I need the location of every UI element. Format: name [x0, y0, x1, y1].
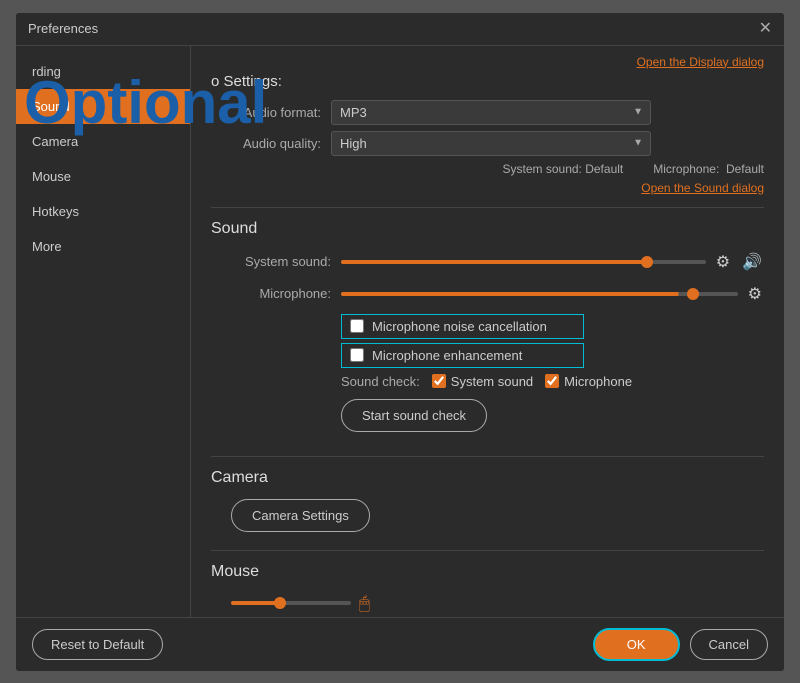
system-sound-check-label[interactable]: System sound — [451, 374, 533, 389]
system-sound-slider-container: ⚙ 🔊 — [341, 250, 764, 274]
camera-section: Camera Camera Settings — [211, 469, 764, 542]
microphone-check-checkbox[interactable] — [545, 374, 559, 388]
open-sound-dialog-link[interactable]: Open the Sound dialog — [641, 181, 764, 195]
sidebar-item-sound[interactable]: Sound — [16, 89, 190, 124]
audio-quality-label: Audio quality: — [211, 136, 321, 151]
mouse-section-title: Mouse — [211, 563, 764, 581]
sound-section: Sound System sound: ⚙ 🔊 Microphone: ⚙ — [211, 220, 764, 448]
sidebar-item-mouse[interactable]: Mouse — [16, 159, 190, 194]
audio-settings: o Settings: Audio format: MP3 Audio qual… — [211, 73, 764, 195]
audio-format-select[interactable]: MP3 — [331, 100, 651, 125]
mic-enhancement-row: Microphone enhancement — [341, 343, 584, 368]
microphone-checkbox-group: Microphone noise cancellation Microphone… — [341, 314, 764, 368]
microphone-slider-container: ⚙ — [341, 282, 764, 306]
system-sound-label: System sound: — [211, 254, 331, 269]
microphone-check-label[interactable]: Microphone — [564, 374, 632, 389]
system-sound-slider[interactable] — [341, 260, 706, 264]
ok-button[interactable]: OK — [593, 628, 680, 661]
title-bar: Preferences ✕ — [16, 13, 784, 46]
camera-section-title: Camera — [211, 469, 764, 487]
microphone-check-item: Microphone — [545, 374, 632, 389]
system-sound-volume-icon[interactable]: 🔊 — [740, 250, 764, 274]
system-sound-slider-row: System sound: ⚙ 🔊 — [211, 250, 764, 274]
top-link-area: Open the Display dialog — [211, 46, 764, 73]
preferences-dialog: Preferences ✕ Optional rding Sound Camer… — [15, 12, 785, 672]
mouse-icon: 🖱 — [359, 593, 370, 614]
sound-check-label: Sound check: — [341, 374, 420, 389]
audio-format-row: Audio format: MP3 — [211, 100, 764, 125]
audio-settings-title: o Settings: — [211, 73, 282, 90]
dialog-body: Optional rding Sound Camera Mouse Hotkey… — [16, 46, 784, 617]
microphone-slider-label: Microphone: — [211, 286, 331, 301]
system-sound-check-item: System sound — [432, 374, 533, 389]
noise-cancellation-checkbox[interactable] — [350, 319, 364, 333]
title-bar-left: Preferences — [28, 21, 98, 36]
reset-to-default-button[interactable]: Reset to Default — [32, 629, 163, 660]
sound-check-row: Sound check: System sound Microphone — [211, 374, 764, 389]
sidebar-item-camera[interactable]: Camera — [16, 124, 190, 159]
cancel-button[interactable]: Cancel — [690, 629, 768, 660]
dialog-title: Preferences — [28, 21, 98, 36]
footer: Reset to Default OK Cancel — [16, 617, 784, 671]
open-sound-link-area: Open the Sound dialog — [211, 180, 764, 195]
main-content: Open the Display dialog o Settings: Audi… — [191, 46, 784, 617]
mouse-section: Mouse 🖱 — [211, 563, 764, 614]
mouse-slider-row: 🖱 — [231, 593, 764, 614]
microphone-status: Microphone: Default — [653, 162, 764, 176]
sidebar-item-hotkeys[interactable]: Hotkeys — [16, 194, 190, 229]
audio-format-label: Audio format: — [211, 105, 321, 120]
sidebar-item-recording[interactable]: rding — [16, 54, 190, 89]
audio-quality-select-wrapper: High — [331, 131, 651, 156]
status-row: System sound: Default Microphone: Defaul… — [211, 162, 764, 176]
sound-section-title: Sound — [211, 220, 764, 238]
microphone-slider-row: Microphone: ⚙ — [211, 282, 764, 306]
sidebar: Optional rding Sound Camera Mouse Hotkey… — [16, 46, 191, 617]
sidebar-item-more[interactable]: More — [16, 229, 190, 264]
footer-right: OK Cancel — [593, 628, 768, 661]
start-sound-check-button[interactable]: Start sound check — [341, 399, 487, 432]
noise-cancellation-row: Microphone noise cancellation — [341, 314, 584, 339]
microphone-slider[interactable] — [341, 292, 738, 296]
system-sound-status: System sound: Default — [503, 162, 624, 176]
mic-enhancement-label[interactable]: Microphone enhancement — [372, 348, 522, 363]
noise-cancellation-label[interactable]: Microphone noise cancellation — [372, 319, 547, 334]
system-sound-check-checkbox[interactable] — [432, 374, 446, 388]
mic-enhancement-checkbox[interactable] — [350, 348, 364, 362]
audio-format-select-wrapper: MP3 — [331, 100, 651, 125]
mouse-slider[interactable] — [231, 601, 351, 605]
open-display-dialog-link[interactable]: Open the Display dialog — [637, 55, 764, 69]
camera-settings-button[interactable]: Camera Settings — [231, 499, 370, 532]
audio-quality-select[interactable]: High — [331, 131, 651, 156]
microphone-gear-icon[interactable]: ⚙ — [746, 282, 764, 306]
audio-quality-row: Audio quality: High — [211, 131, 764, 156]
close-button[interactable]: ✕ — [759, 21, 772, 37]
system-sound-gear-icon[interactable]: ⚙ — [714, 250, 732, 274]
